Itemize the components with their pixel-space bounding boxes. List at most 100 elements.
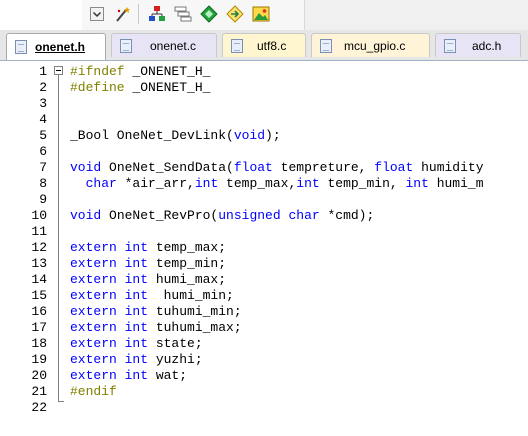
code-token: tempreture,: [272, 160, 375, 175]
toolbar: [0, 0, 528, 30]
keyword-token: void: [233, 128, 266, 143]
code-token: temp_min;: [148, 256, 227, 271]
code-text: char *air_arr,int temp_max,int temp_min,…: [70, 176, 484, 192]
tab-label: onenet.h: [35, 40, 85, 54]
file-tab-strip: onenet.h onenet.c utf8.c mcu_gpio.c adc.…: [0, 30, 528, 61]
code-text: extern int temp_max;: [70, 240, 226, 256]
diamond-arrow-icon[interactable]: [224, 3, 246, 25]
tab-onenet-h[interactable]: onenet.h: [6, 33, 106, 60]
code-text: #endif: [70, 384, 117, 400]
line-number: 17: [31, 320, 47, 335]
code-text: extern int humi_max;: [70, 272, 226, 288]
magic-wand-icon[interactable]: [112, 3, 134, 25]
code-token: *air_arr,: [116, 176, 195, 191]
tab-utf8-c[interactable]: utf8.c: [222, 33, 306, 57]
keyword-token: int: [296, 176, 320, 191]
code-line: 19 extern int yuzhi;: [0, 352, 528, 368]
dropdown-arrow-icon[interactable]: [86, 3, 108, 25]
stack-windows-icon[interactable]: [172, 3, 194, 25]
code-line: 11: [0, 224, 528, 240]
line-number: 16: [31, 304, 47, 319]
code-text: void OneNet_RevPro(unsigned char *cmd);: [70, 208, 374, 224]
code-text: extern int humi_min;: [70, 288, 234, 304]
keyword-token: float: [233, 160, 273, 175]
toolbar-spacer: [0, 0, 82, 30]
code-text: extern int tuhumi_max;: [70, 320, 242, 336]
code-text: extern int wat;: [70, 368, 187, 384]
code-line: 3: [0, 96, 528, 112]
code-line: 21 #endif: [0, 384, 528, 400]
code-editor[interactable]: 1 #ifndef _ONENET_H_ 2 #define _ONENET_H_ 3 4…: [0, 61, 528, 436]
keyword-token: extern int: [70, 240, 149, 255]
line-number: 13: [31, 256, 47, 271]
picture-icon[interactable]: [250, 3, 272, 25]
toolbar-separator: [138, 4, 139, 24]
code-text: #ifndef _ONENET_H_: [70, 64, 210, 80]
code-token: state;: [148, 336, 203, 351]
keyword-token: extern int: [70, 272, 149, 287]
keyword-token: extern int: [70, 336, 149, 351]
code-token: temp_max;: [148, 240, 227, 255]
code-line: 4: [0, 112, 528, 128]
file-icon: [444, 38, 456, 53]
tab-onenet-c[interactable]: onenet.c: [111, 33, 217, 57]
toolbar-group: [82, 0, 305, 30]
line-number: 1: [39, 64, 47, 79]
line-number: 6: [39, 144, 47, 159]
keyword-token: extern int: [70, 288, 149, 303]
code-token: humidity: [413, 160, 484, 175]
code-line: 6: [0, 144, 528, 160]
code-token: );: [265, 128, 281, 143]
line-number: 22: [31, 400, 47, 415]
code-token: yuzhi;: [148, 352, 203, 367]
line-number: 12: [31, 240, 47, 255]
keyword-token: void: [70, 160, 102, 175]
line-number: 5: [39, 128, 47, 143]
code-token: humi_m: [428, 176, 484, 191]
code-line: 15 extern int humi_min;: [0, 288, 528, 304]
code-line: 20 extern int wat;: [0, 368, 528, 384]
tab-adc-h[interactable]: adc.h: [435, 33, 521, 57]
line-number: 4: [39, 112, 47, 127]
tab-label: adc.h: [472, 38, 502, 53]
line-number: 18: [31, 336, 47, 351]
code-text: #define _ONENET_H_: [70, 80, 210, 96]
code-token: temp_min,: [319, 176, 406, 191]
code-token: tuhumi_max;: [148, 320, 242, 335]
code-token: tuhumi_min;: [148, 304, 242, 319]
code-token: _Bool OneNet_DevLink(: [70, 128, 234, 143]
code-text: extern int tuhumi_min;: [70, 304, 242, 320]
tab-label: utf8.c: [257, 38, 287, 53]
keyword-token: int: [194, 176, 219, 191]
preprocessor-token: #endif: [70, 384, 117, 399]
green-diamond-icon[interactable]: [198, 3, 220, 25]
file-icon: [231, 38, 243, 53]
preprocessor-token: #ifndef: [70, 64, 125, 79]
keyword-token: float: [374, 160, 414, 175]
code-token: _ONENET_H_: [124, 80, 211, 95]
line-number: 10: [31, 208, 47, 223]
code-line: 5 _Bool OneNet_DevLink(void);: [0, 128, 528, 144]
preprocessor-token: #define: [70, 80, 125, 95]
keyword-token: extern int: [70, 352, 149, 367]
tab-label: onenet.c: [150, 38, 197, 53]
line-number: 14: [31, 272, 47, 287]
code-line: 22: [0, 400, 528, 416]
code-text: extern int yuzhi;: [70, 352, 203, 368]
code-token: wat;: [148, 368, 188, 383]
code-text: _Bool OneNet_DevLink(void);: [70, 128, 281, 144]
code-text: extern int state;: [70, 336, 203, 352]
code-line: 13 extern int temp_min;: [0, 256, 528, 272]
line-number: 11: [31, 224, 47, 239]
tab-mcu-gpio-c[interactable]: mcu_gpio.c: [311, 33, 430, 57]
code-token: humi_min;: [148, 288, 234, 303]
code-line: 1 #ifndef _ONENET_H_: [0, 64, 528, 80]
keyword-token: extern int: [70, 304, 149, 319]
line-number: 7: [39, 160, 47, 175]
keyword-token: char: [85, 176, 117, 191]
line-number: 20: [31, 368, 47, 383]
code-line: 8 char *air_arr,int temp_max,int temp_mi…: [0, 176, 528, 192]
file-icon: [120, 38, 132, 53]
code-line: 10 void OneNet_RevPro(unsigned char *cmd)…: [0, 208, 528, 224]
flowchart-icon[interactable]: [146, 3, 168, 25]
